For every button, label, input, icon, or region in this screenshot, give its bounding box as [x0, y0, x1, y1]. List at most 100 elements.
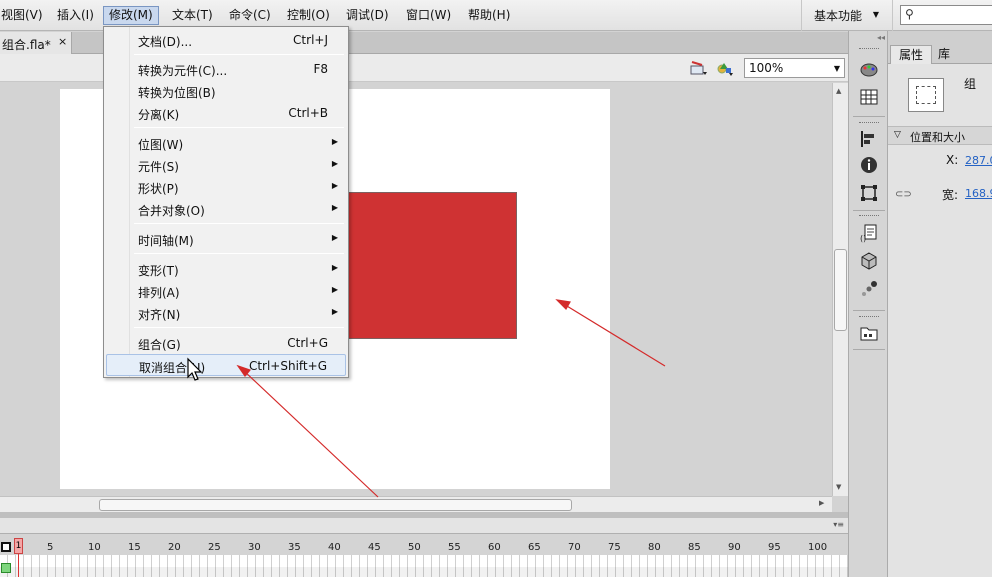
align-panel-icon[interactable] [859, 129, 879, 149]
help-search-input[interactable]: ⚲ [900, 5, 992, 25]
scroll-down-icon[interactable]: ▼ [836, 483, 841, 491]
vertical-scroll-thumb[interactable] [834, 249, 847, 331]
timeline-tick: 60 [488, 542, 501, 553]
timeline-tick: 20 [168, 542, 181, 553]
timeline-tick: 85 [688, 542, 701, 553]
transform-panel-icon[interactable] [859, 183, 879, 203]
menu-item-shape[interactable]: 形状(P) ▶ [106, 176, 346, 198]
menu-item-bitmap[interactable]: 位图(W) ▶ [106, 132, 346, 154]
menu-item-shortcut: Ctrl+Shift+G [248, 359, 327, 373]
timeline-tick: 10 [88, 542, 101, 553]
menu-window[interactable]: 窗口(W) [401, 6, 456, 25]
swatches-panel-icon[interactable] [859, 87, 879, 107]
strip-grip[interactable] [859, 215, 879, 218]
menu-item-convert-to-symbol[interactable]: 转换为元件(C)... F8 [106, 58, 346, 80]
red-rectangle-group[interactable] [347, 192, 517, 339]
motion-presets-icon[interactable] [859, 279, 879, 299]
workspace-switcher[interactable]: 基本功能 ▼ [801, 0, 893, 31]
object-type-label: 组 [964, 77, 977, 91]
horizontal-scroll-thumb[interactable] [99, 499, 572, 511]
tab-properties[interactable]: 属性 [890, 45, 933, 64]
scroll-up-icon[interactable]: ▲ [836, 87, 841, 95]
tab-library[interactable]: 库 [930, 45, 958, 64]
edit-scene-icon[interactable] [690, 60, 708, 76]
menu-separator [134, 54, 344, 55]
panel-title-strip [888, 31, 992, 45]
menu-item-transform[interactable]: 变形(T) ▶ [106, 258, 346, 280]
strip-separator [853, 210, 885, 211]
edit-symbol-icon[interactable] [716, 60, 734, 76]
properties-tab-bar: 属性 库 [888, 45, 992, 64]
timeline-header: ▾≡ [0, 518, 848, 534]
svg-text:(): () [860, 234, 866, 243]
submenu-arrow-icon: ▶ [331, 181, 338, 190]
timeline-tick: 75 [608, 542, 621, 553]
menu-item-label: 时间轴(M) [138, 234, 194, 248]
menu-item-label: 对齐(N) [138, 308, 181, 322]
menu-item-group[interactable]: 组合(G) Ctrl+G [106, 332, 346, 354]
color-panel-icon[interactable] [859, 59, 879, 79]
search-icon: ⚲ [905, 7, 914, 21]
info-panel-icon[interactable] [859, 155, 879, 175]
menu-separator [134, 327, 344, 328]
timeline-tick: 90 [728, 542, 741, 553]
menu-debug[interactable]: 调试(D) [341, 6, 394, 25]
zoom-select[interactable]: 100% ▼ [744, 58, 845, 78]
menu-item-document[interactable]: 文档(D)... Ctrl+J [106, 29, 346, 51]
menu-help[interactable]: 帮助(H) [463, 6, 515, 25]
playhead[interactable]: 1 [14, 538, 23, 554]
scroll-right-icon[interactable]: ▶ [819, 499, 824, 507]
submenu-arrow-icon: ▶ [331, 203, 338, 212]
menu-item-convert-to-bitmap[interactable]: 转换为位图(B) [106, 80, 346, 102]
menu-text[interactable]: 文本(T) [167, 6, 218, 25]
strip-separator [853, 349, 885, 350]
menu-item-break-apart[interactable]: 分离(K) Ctrl+B [106, 102, 346, 124]
link-icon[interactable]: ⊂⊃ [895, 189, 912, 200]
outline-toggle-icon[interactable] [1, 542, 11, 552]
menu-item-label: 转换为位图(B) [138, 86, 216, 100]
layer-color-icon[interactable] [1, 563, 11, 573]
menu-item-timeline[interactable]: 时间轴(M) ▶ [106, 228, 346, 250]
x-value[interactable]: 287.0 [965, 154, 992, 167]
menu-commands[interactable]: 命令(C) [224, 6, 276, 25]
close-icon[interactable]: × [58, 35, 67, 48]
strip-grip[interactable] [859, 316, 879, 319]
timeline-tick: 35 [288, 542, 301, 553]
zoom-value: 100% [749, 61, 784, 75]
panel-menu-icon[interactable]: ▾≡ [833, 520, 844, 529]
menu-item-align[interactable]: 对齐(N) ▶ [106, 302, 346, 324]
submenu-arrow-icon: ▶ [331, 307, 338, 316]
components-icon[interactable] [859, 251, 879, 271]
menu-item-ungroup[interactable]: 取消组合(U) Ctrl+Shift+G [106, 354, 346, 376]
submenu-arrow-icon: ▶ [331, 159, 338, 168]
panel-icon-strip: ◂◂ () [848, 31, 888, 577]
menu-insert[interactable]: 插入(I) [52, 6, 99, 25]
timeline-tick: 100 [808, 542, 828, 553]
menu-view[interactable]: 视图(V) [0, 6, 48, 25]
menu-item-arrange[interactable]: 排列(A) ▶ [106, 280, 346, 302]
menu-item-symbol[interactable]: 元件(S) ▶ [106, 154, 346, 176]
menu-item-label: 形状(P) [138, 182, 179, 196]
expand-triangle-icon[interactable]: ▽ [894, 130, 901, 140]
position-size-section[interactable]: ▽ 位置和大小 [888, 126, 992, 145]
menu-item-combine-objects[interactable]: 合并对象(O) ▶ [106, 198, 346, 220]
menu-control[interactable]: 控制(O) [282, 6, 335, 25]
project-panel-icon[interactable] [859, 323, 879, 343]
timeline-tick: 30 [248, 542, 261, 553]
collapse-arrows-icon[interactable]: ◂◂ [877, 33, 885, 42]
code-snippets-icon[interactable]: () [859, 223, 879, 243]
document-tab[interactable]: 组合.fla* × [0, 32, 72, 54]
menu-separator [134, 253, 344, 254]
mouse-cursor-icon [187, 357, 203, 381]
strip-grip[interactable] [859, 122, 879, 125]
section-title: 位置和大小 [910, 131, 965, 144]
vertical-scrollbar[interactable]: ▲ ▼ [832, 83, 848, 496]
menu-item-shortcut: Ctrl+G [287, 336, 328, 350]
group-type-icon [908, 78, 944, 112]
strip-grip[interactable] [859, 48, 879, 51]
menu-modify[interactable]: 修改(M) [103, 6, 159, 25]
menu-item-label: 分离(K) [138, 108, 180, 122]
width-value[interactable]: 168.9 [965, 187, 992, 200]
layer-frame-cells[interactable] [0, 567, 848, 577]
horizontal-scrollbar[interactable]: ▶ [0, 496, 832, 512]
